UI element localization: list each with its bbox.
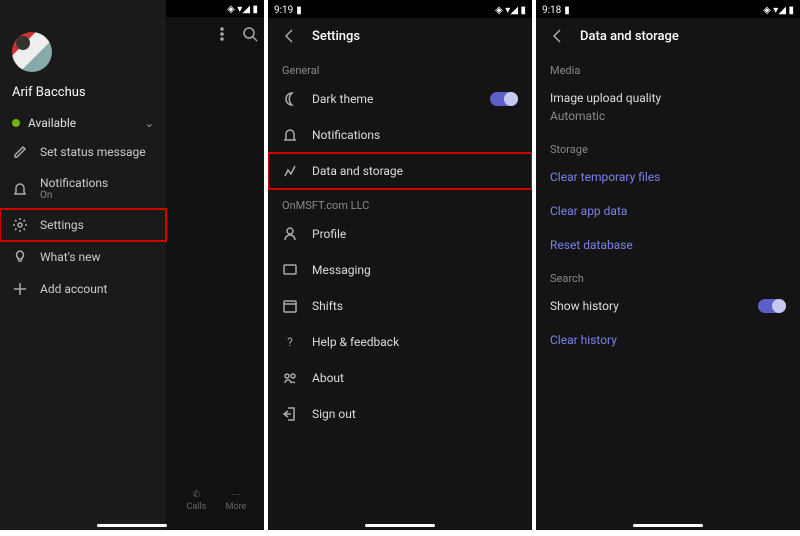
gesture-handle[interactable] (633, 524, 703, 527)
bottom-nav: ✆Calls ⋯More (177, 484, 256, 522)
search-icon[interactable] (242, 26, 258, 42)
page-title: Settings (312, 29, 360, 44)
label: Profile (312, 227, 346, 241)
clear-app-row[interactable]: Clear app data (536, 194, 800, 228)
phone-screen-3: 9:18▮ ◈ ▾◢ ▮ Data and storage Media Imag… (536, 0, 800, 530)
label: Messaging (312, 263, 371, 277)
settings-page: Settings General Dark theme Notification… (268, 18, 532, 530)
person-icon (282, 226, 298, 242)
whats-new-item[interactable]: What's new (0, 241, 166, 273)
more-vertical-icon[interactable] (214, 26, 230, 42)
user-name: Arif Bacchus (0, 81, 166, 110)
chat-icon (282, 262, 298, 278)
presence-label: Available (28, 116, 76, 130)
clear-history-row[interactable]: Clear history (536, 323, 800, 357)
phone-icon: ✆ (193, 490, 201, 500)
sublabel: On (40, 190, 108, 201)
question-icon: ? (282, 334, 298, 350)
status-icons: ◈ ▾◢ ▮ (763, 5, 794, 16)
status-icons: ◈ ▾◢ ▮ (227, 4, 258, 15)
about-row[interactable]: About (268, 360, 532, 396)
bell-icon (282, 127, 298, 143)
settings-item[interactable]: Settings (0, 209, 166, 241)
back-arrow-icon[interactable] (282, 28, 298, 44)
status-bar: 9:18▮ ◈ ▾◢ ▮ (536, 0, 800, 18)
data-storage-row[interactable]: Data and storage (268, 153, 532, 189)
phone-screen-2: 9:19▮ ◈ ▾◢ ▮ Settings General Dark theme… (268, 0, 532, 530)
edit-icon (12, 144, 28, 160)
gesture-handle[interactable] (365, 524, 435, 527)
label: Data and storage (312, 164, 403, 178)
data-icon (282, 163, 298, 179)
label: Notifications (40, 176, 108, 190)
label: Clear app data (550, 204, 627, 218)
label: Clear temporary files (550, 170, 660, 184)
navigation-drawer: Arif Bacchus Available ⌄ Set status mess… (0, 0, 166, 530)
moon-icon (282, 91, 298, 107)
label: Sign out (312, 407, 356, 421)
section-storage: Storage (536, 133, 800, 160)
section-media: Media (536, 54, 800, 81)
presence-available-icon (12, 119, 20, 127)
sign-out-row[interactable]: Sign out (268, 396, 532, 432)
profile-row[interactable]: Profile (268, 216, 532, 252)
lightbulb-icon (12, 249, 28, 265)
teams-icon (282, 370, 298, 386)
show-history-toggle[interactable] (758, 299, 786, 313)
clock: 9:18 (542, 5, 561, 16)
label: Settings (40, 218, 84, 232)
label: About (312, 371, 344, 385)
notifications-item[interactable]: Notifications On (0, 168, 166, 209)
calendar-icon (282, 298, 298, 314)
label: Notifications (312, 128, 380, 142)
shifts-row[interactable]: Shifts (268, 288, 532, 324)
label: Help & feedback (312, 335, 399, 349)
reset-db-row[interactable]: Reset database (536, 228, 800, 262)
bell-icon (12, 181, 28, 197)
gesture-handle[interactable] (97, 524, 167, 527)
label: What's new (40, 250, 101, 264)
card-icon: ▮ (296, 5, 302, 16)
more-icon: ⋯ (231, 490, 240, 500)
notifications-row[interactable]: Notifications (268, 117, 532, 153)
plus-icon (12, 281, 28, 297)
dark-theme-toggle[interactable] (490, 92, 518, 106)
nav-calls[interactable]: ✆Calls (186, 490, 206, 512)
status-bar: 9:19▮ ◈ ▾◢ ▮ (268, 0, 532, 18)
set-status-item[interactable]: Set status message (0, 136, 166, 168)
signout-icon (282, 406, 298, 422)
label: Clear history (550, 333, 617, 347)
phone-screen-1: 9:17▮ ◈ ▾◢ ▮ Arif Bacchus Available ⌄ Se… (0, 0, 264, 530)
chevron-down-icon: ⌄ (144, 116, 154, 130)
nav-more[interactable]: ⋯More (226, 490, 247, 512)
section-org: OnMSFT.com LLC (268, 189, 532, 216)
messaging-row[interactable]: Messaging (268, 252, 532, 288)
data-storage-page: Data and storage Media Image upload qual… (536, 18, 800, 530)
label: Set status message (40, 145, 146, 159)
clock: 9:19 (274, 5, 293, 16)
label: Shifts (312, 299, 343, 313)
page-title: Data and storage (580, 29, 679, 44)
help-row[interactable]: ? Help & feedback (268, 324, 532, 360)
show-history-row[interactable]: Show history (536, 289, 800, 323)
section-search: Search (536, 262, 800, 289)
card-icon: ▮ (564, 5, 570, 16)
section-general: General (268, 54, 532, 81)
label: Add account (40, 282, 107, 296)
label: Dark theme (312, 92, 373, 106)
presence-row[interactable]: Available ⌄ (0, 110, 166, 136)
avatar[interactable] (12, 32, 52, 72)
status-icons: ◈ ▾◢ ▮ (495, 5, 526, 16)
back-arrow-icon[interactable] (550, 28, 566, 44)
label: Show history (550, 299, 619, 313)
gear-icon (12, 217, 28, 233)
sublabel: Automatic (550, 109, 605, 123)
upload-quality-row[interactable]: Image upload quality Automatic (536, 81, 800, 133)
dark-theme-row[interactable]: Dark theme (268, 81, 532, 117)
add-account-item[interactable]: Add account (0, 273, 166, 305)
label: Image upload quality (550, 91, 661, 105)
label: Reset database (550, 238, 633, 252)
clear-temp-row[interactable]: Clear temporary files (536, 160, 800, 194)
